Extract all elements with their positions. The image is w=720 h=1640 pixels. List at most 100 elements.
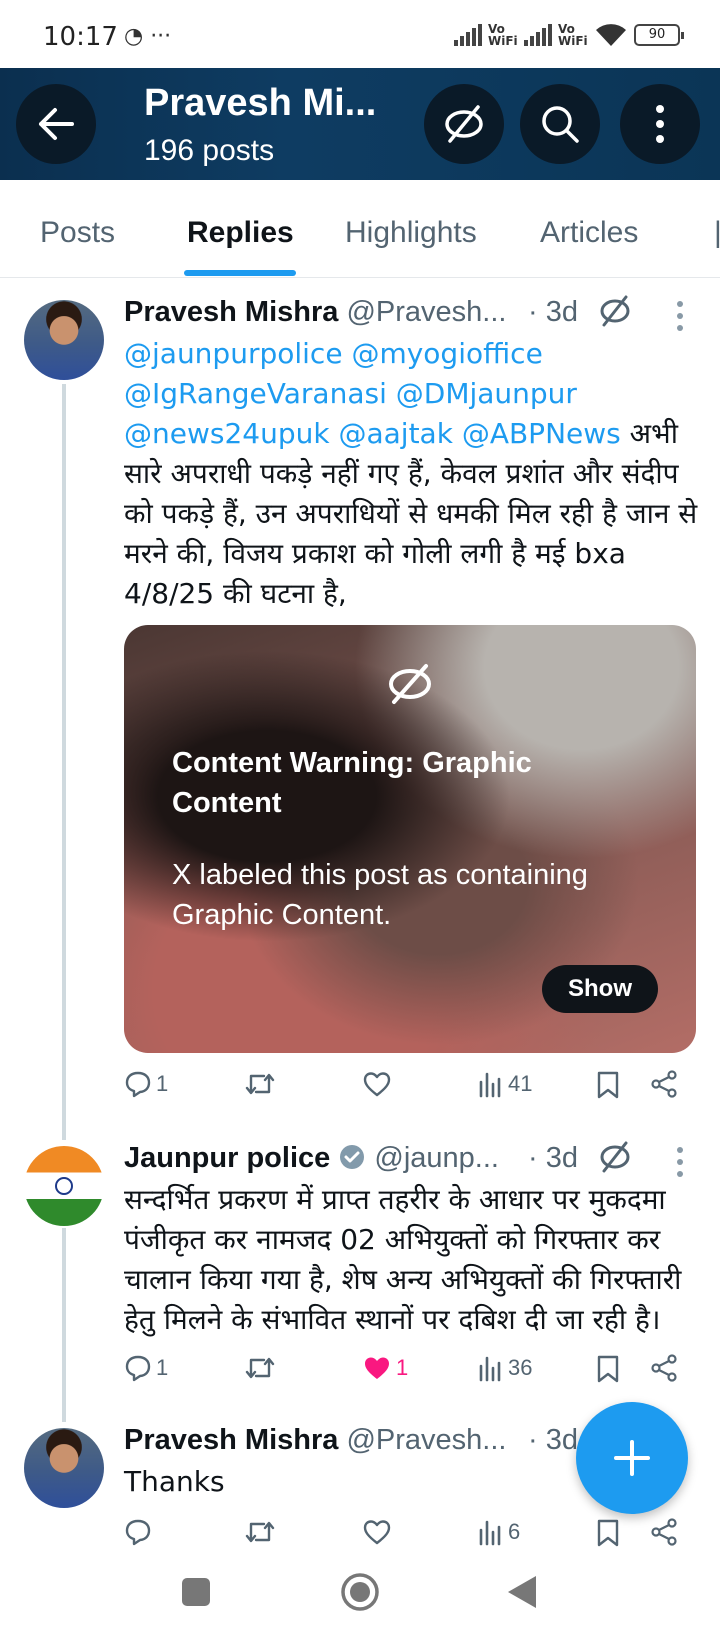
bookmark-button[interactable] [596, 1518, 620, 1548]
repost-icon [245, 1357, 275, 1379]
repost-button[interactable] [244, 1518, 280, 1546]
post-count: 196 posts [144, 134, 275, 167]
home-icon[interactable] [340, 1572, 380, 1612]
author-name: Pravesh Mishra [124, 296, 339, 328]
view-count: 41 [508, 1071, 533, 1096]
repost-button[interactable] [244, 1354, 280, 1382]
profile-name: Pravesh Mi... [144, 82, 377, 124]
search-button[interactable] [520, 84, 600, 164]
status-notification-icons: ◔ ··· [124, 24, 172, 49]
tweet-time: · 3d [528, 1142, 578, 1174]
avatar[interactable] [24, 300, 104, 380]
analytics-icon [479, 1520, 501, 1546]
profile-tabs: Posts Replies Highlights Articles | [0, 180, 720, 278]
tab-replies[interactable]: Replies [187, 216, 294, 250]
tab-articles[interactable]: Articles [540, 216, 638, 250]
tweet-time: · 3d [528, 296, 578, 328]
eye-off-icon [389, 664, 431, 704]
reply-button[interactable]: 1 [124, 1354, 168, 1382]
heart-icon [363, 1072, 391, 1097]
view-count: 36 [508, 1355, 533, 1380]
tab-highlights[interactable]: Highlights [345, 216, 477, 250]
author-handle: @jaunp... [374, 1142, 499, 1174]
active-tab-indicator [184, 270, 296, 276]
thread-connector [62, 1228, 66, 1422]
analytics-icon [479, 1356, 501, 1382]
tweet-text: @jaunpurpolice @myogioffice @IgRangeVara… [124, 334, 700, 614]
bookmark-icon [597, 1071, 619, 1099]
share-button[interactable] [650, 1354, 678, 1382]
reply-button[interactable]: 1 [124, 1070, 168, 1098]
views-button[interactable]: 36 [478, 1354, 532, 1382]
tweet-author[interactable]: Pravesh Mishra @Pravesh... [124, 1424, 506, 1457]
views-button[interactable]: 6 [478, 1518, 520, 1546]
tweet-author[interactable]: Pravesh Mishra @Pravesh... [124, 296, 506, 329]
back-button[interactable] [16, 84, 96, 164]
recents-icon[interactable] [180, 1576, 212, 1608]
eye-off-icon [600, 1141, 630, 1173]
sensitive-media-card[interactable]: Content Warning: Graphic Content X label… [124, 625, 696, 1053]
more-vertical-icon [656, 105, 664, 143]
reply-icon [125, 1519, 151, 1546]
view-count: 6 [508, 1519, 521, 1544]
share-icon [651, 1354, 677, 1382]
hidden-content-button[interactable] [424, 84, 504, 164]
show-media-button[interactable]: Show [542, 965, 658, 1013]
bookmark-button[interactable] [596, 1070, 620, 1100]
vowifi-label: Vo WiFi [558, 22, 588, 48]
ashoka-chakra-icon [55, 1177, 73, 1195]
author-name: Jaunpur police [124, 1142, 331, 1174]
reply-icon [125, 1071, 151, 1098]
vowifi-label: Vo WiFi [488, 22, 518, 48]
eye-off-icon [600, 295, 630, 327]
share-button[interactable] [650, 1070, 678, 1098]
search-icon [542, 106, 579, 143]
share-button[interactable] [650, 1518, 678, 1546]
tab-media-partial[interactable]: | [714, 216, 720, 250]
battery-icon: 90 [634, 24, 684, 46]
heart-icon [363, 1520, 391, 1545]
like-button[interactable] [362, 1518, 396, 1546]
tweet-author[interactable]: Jaunpur police @jaunp... [124, 1142, 499, 1175]
repost-button[interactable] [244, 1070, 280, 1098]
status-right-icons: Vo WiFi Vo WiFi 90 [454, 22, 684, 48]
tab-posts[interactable]: Posts [40, 216, 115, 250]
tweet-time: · 3d [528, 1424, 578, 1456]
share-icon [651, 1070, 677, 1098]
reply-count: 1 [156, 1355, 169, 1380]
content-warning-description: X labeled this post as containing Graphi… [172, 859, 588, 931]
like-button[interactable]: 1 [362, 1354, 408, 1382]
tweet-menu-icon[interactable] [676, 300, 684, 332]
status-bar: 10:17 ◔ ··· Vo WiFi Vo WiFi 90 [0, 0, 720, 70]
status-time: 10:17 [43, 22, 118, 52]
share-icon [651, 1518, 677, 1546]
bookmark-button[interactable] [596, 1354, 620, 1384]
avatar[interactable] [24, 1146, 104, 1226]
tweet-text: सन्दर्भित प्रकरण में प्राप्त तहरीर के आध… [124, 1183, 682, 1336]
arrow-left-icon [39, 108, 74, 140]
tweet-actions: 1 41 [124, 1070, 684, 1110]
reply-button[interactable] [124, 1518, 156, 1546]
author-name: Pravesh Mishra [124, 1424, 339, 1456]
thread-connector [62, 384, 66, 1140]
author-handle: @Pravesh... [346, 296, 507, 328]
tweet-mentions[interactable]: @jaunpurpolice @myogioffice @IgRangeVara… [124, 337, 621, 450]
avatar[interactable] [24, 1428, 104, 1508]
tweet-menu-icon[interactable] [676, 1146, 684, 1178]
repost-icon [245, 1073, 275, 1095]
tweet-actions: 1 1 36 [124, 1354, 684, 1394]
author-handle: @Pravesh... [346, 1424, 507, 1456]
like-button[interactable] [362, 1070, 396, 1098]
wifi-icon [596, 24, 626, 46]
profile-header: Pravesh Mi... 196 posts [0, 68, 720, 180]
like-count: 1 [396, 1355, 409, 1380]
views-button[interactable]: 41 [478, 1070, 532, 1098]
back-nav-icon[interactable] [506, 1574, 538, 1610]
plus-icon [614, 1440, 650, 1476]
reply-icon [125, 1355, 151, 1382]
system-nav-bar [0, 1548, 720, 1640]
compose-button[interactable] [576, 1402, 688, 1514]
reply-count: 1 [156, 1071, 169, 1096]
more-options-button[interactable] [620, 84, 700, 164]
signal-icon [454, 24, 482, 46]
